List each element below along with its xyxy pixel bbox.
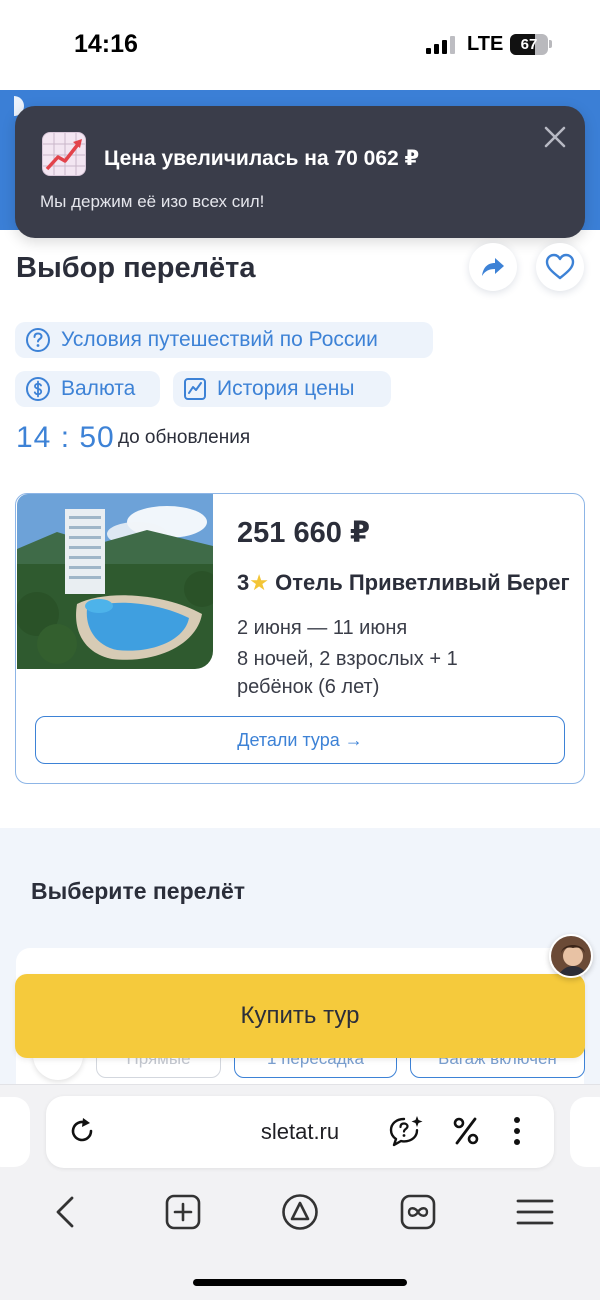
price-change-toast: Цена увеличилась на 70 062 ₽ Мы держим е… bbox=[15, 106, 585, 238]
buy-tour-button[interactable]: Купить тур bbox=[15, 974, 585, 1058]
travel-conditions-label: Условия путешествий по России bbox=[61, 328, 378, 351]
currency-label: Валюта bbox=[61, 377, 136, 400]
tabs-icon[interactable] bbox=[398, 1192, 438, 1232]
new-tab-icon[interactable] bbox=[163, 1192, 203, 1232]
refresh-timer-label: до обновления bbox=[118, 427, 251, 448]
previous-tab-preview[interactable] bbox=[0, 1097, 30, 1167]
ai-assistant-icon[interactable] bbox=[386, 1113, 426, 1151]
toast-text: Мы держим её изо всех сил! bbox=[40, 192, 265, 211]
share-button[interactable] bbox=[469, 243, 517, 291]
refresh-timer: 14 : 50 bbox=[16, 421, 115, 454]
menu-icon[interactable] bbox=[514, 1194, 556, 1230]
battery-percent: 67 bbox=[520, 36, 538, 53]
currency-chip[interactable]: Валюта bbox=[15, 371, 160, 407]
travel-conditions-chip[interactable]: Условия путешествий по России bbox=[15, 322, 433, 358]
network-type: LTE bbox=[467, 33, 504, 55]
page-title: Выбор перелёта bbox=[16, 252, 256, 284]
more-icon[interactable] bbox=[507, 1115, 527, 1147]
signal-strength-icon bbox=[426, 36, 456, 54]
price-history-chip[interactable]: История цены bbox=[173, 371, 391, 407]
price-history-label: История цены bbox=[217, 377, 355, 400]
tour-price: 251 660 ₽ bbox=[237, 517, 371, 549]
next-tab-preview[interactable] bbox=[570, 1097, 600, 1167]
heart-icon bbox=[545, 253, 575, 280]
support-chat-avatar[interactable] bbox=[549, 934, 593, 978]
discount-icon[interactable] bbox=[450, 1115, 482, 1147]
flights-title: Выберите перелёт bbox=[31, 878, 246, 904]
back-icon[interactable] bbox=[48, 1192, 82, 1232]
toast-title: Цена увеличилась на 70 062 ₽ bbox=[104, 147, 420, 170]
favorite-button[interactable] bbox=[536, 243, 584, 291]
tour-guests: 8 ночей, 2 взрослых + 1 ребёнок (6 лет) bbox=[237, 648, 458, 698]
tour-details-button[interactable]: Детали тура → bbox=[35, 716, 565, 764]
star-icon: ★ bbox=[249, 570, 269, 595]
tour-dates: 2 июня — 11 июня bbox=[237, 617, 408, 639]
share-icon bbox=[482, 258, 504, 276]
status-bar: 14:16 LTE 67 bbox=[0, 0, 600, 90]
dollar-circle-icon bbox=[26, 377, 50, 401]
close-icon[interactable] bbox=[542, 124, 568, 150]
chart-icon bbox=[184, 378, 206, 400]
price-up-chart-icon bbox=[42, 132, 86, 176]
hotel-name: Отель Приветливый Берег bbox=[275, 570, 570, 595]
hotel-stars: 3 bbox=[237, 570, 250, 595]
hotel-name-row[interactable]: 3★ Отель Приветливый Берег bbox=[237, 570, 577, 596]
alice-icon[interactable] bbox=[280, 1192, 320, 1232]
reload-icon[interactable] bbox=[66, 1115, 98, 1147]
question-circle-icon bbox=[26, 328, 50, 352]
battery-icon: 67 bbox=[510, 34, 548, 55]
home-indicator bbox=[193, 1279, 407, 1286]
hotel-photo[interactable] bbox=[17, 494, 213, 669]
status-time: 14:16 bbox=[74, 30, 138, 58]
